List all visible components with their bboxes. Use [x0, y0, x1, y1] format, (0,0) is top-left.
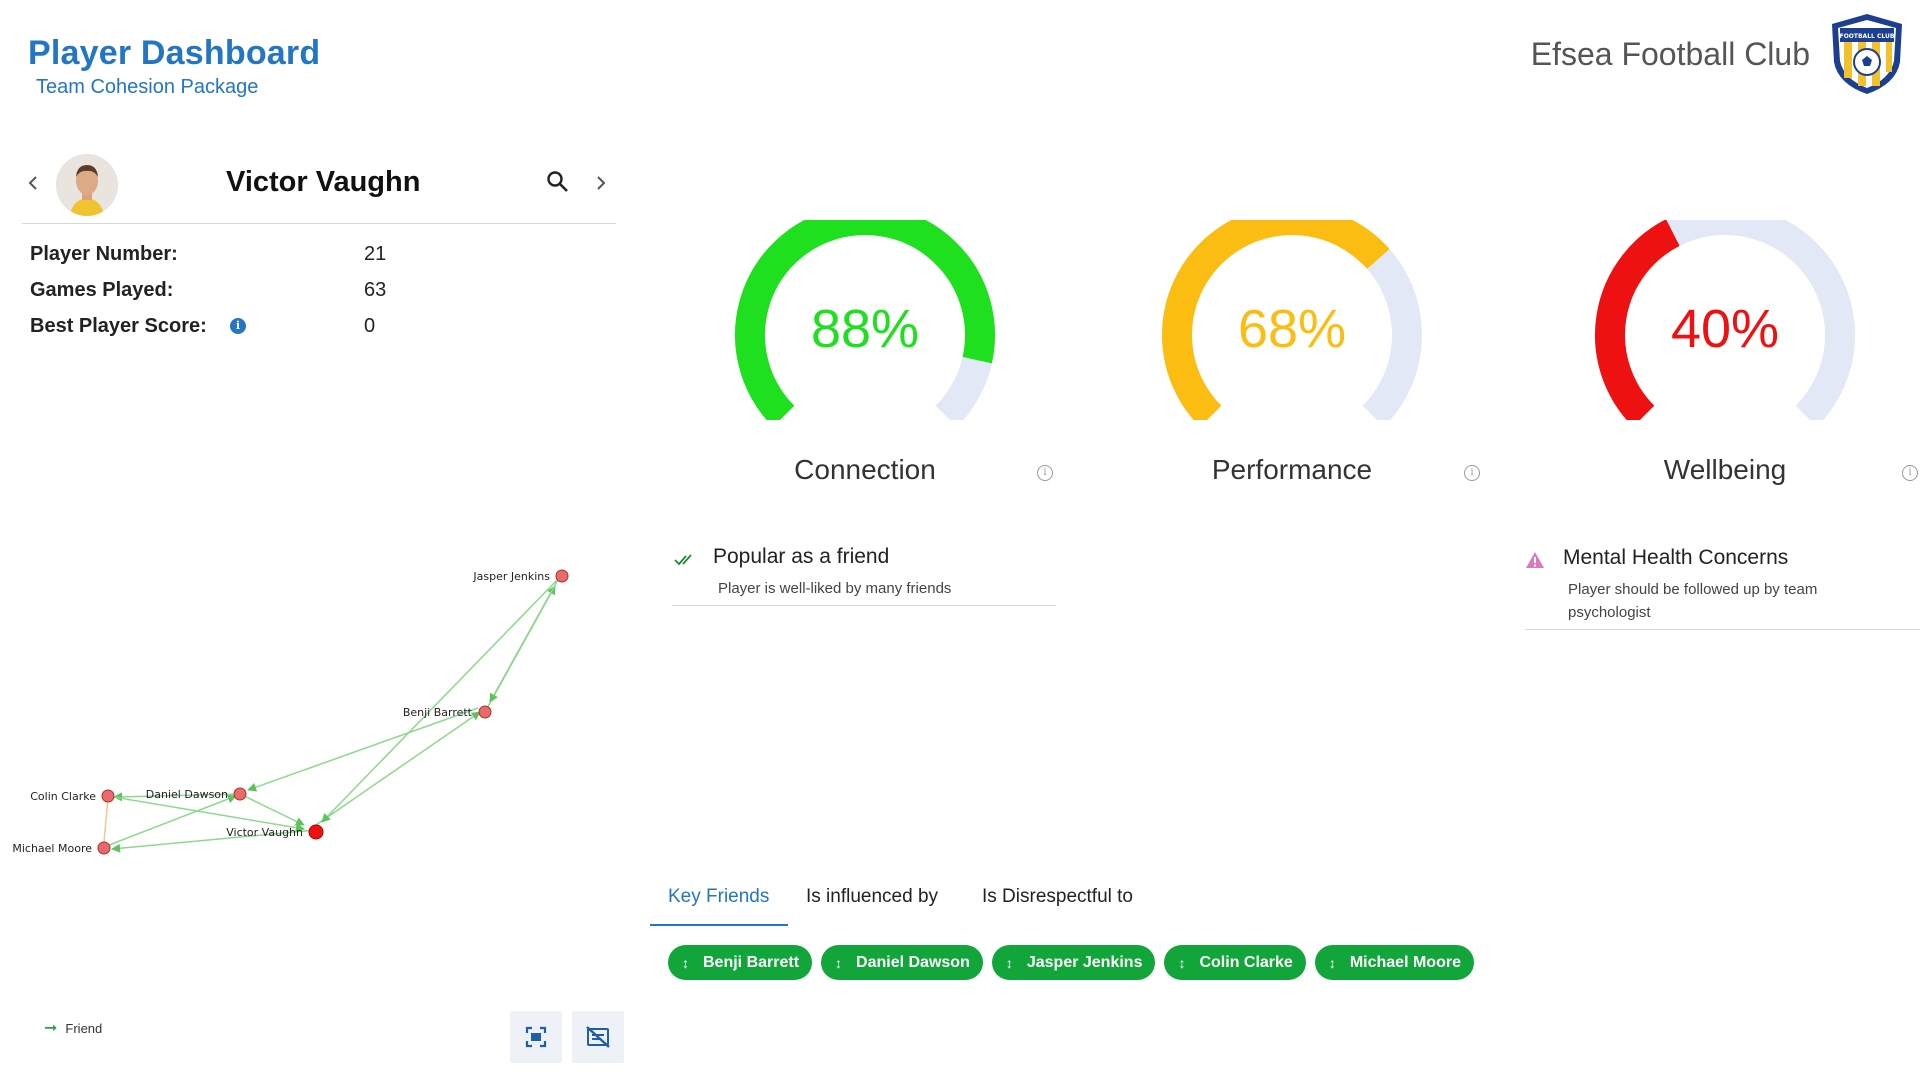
club-crest-icon: FOOTBALL CLUB: [1832, 14, 1902, 94]
previous-player-button[interactable]: [26, 172, 40, 198]
double-check-icon: [674, 554, 692, 566]
insight-description: Player should be followed up by team psy…: [1568, 581, 1818, 621]
info-icon[interactable]: i: [1902, 465, 1918, 481]
fit-screen-button[interactable]: [510, 1011, 562, 1063]
page-title: Player Dashboard: [28, 34, 321, 72]
best-player-score-value: 0: [364, 315, 376, 337]
friend-chip-label: Michael Moore: [1349, 953, 1461, 971]
warning-icon: [1526, 552, 1544, 568]
vertical-arrows-icon: ↕: [1328, 954, 1336, 971]
graph-node-label: Michael Moore: [12, 842, 92, 855]
crest-text: FOOTBALL CLUB: [1840, 33, 1895, 40]
search-button[interactable]: [546, 170, 572, 196]
friend-chip[interactable]: ↕ Jasper Jenkins: [991, 945, 1156, 980]
hide-labels-button[interactable]: [572, 1011, 624, 1063]
chevron-left-icon: [28, 176, 37, 190]
friend-network-graph[interactable]: Jasper Jenkins Benji Barrett Colin Clark…: [0, 540, 620, 870]
friend-chip[interactable]: ↕ Benji Barrett: [668, 945, 813, 980]
friend-chip[interactable]: ↕ Michael Moore: [1314, 945, 1474, 980]
panel-divider: [22, 223, 616, 224]
vertical-arrows-icon: ↕: [682, 954, 689, 971]
page-subtitle: Team Cohesion Package: [36, 76, 259, 98]
graph-node-label: Victor Vaughn: [226, 826, 303, 839]
gauge-value: 88%: [810, 299, 920, 359]
hide-labels-icon: [586, 1026, 610, 1048]
tab-is-influenced-by[interactable]: Is influenced by: [806, 886, 938, 908]
tab-key-friends[interactable]: Key Friends: [668, 886, 769, 908]
connection-gauge: 88%: [730, 220, 1000, 420]
performance-label: Performance: [1211, 454, 1373, 485]
vertical-arrows-icon: ↕: [1178, 954, 1186, 971]
friend-chip-label: Benji Barrett: [703, 953, 800, 971]
friend-chip-label: Jasper Jenkins: [1026, 953, 1143, 971]
avatar: [56, 154, 118, 216]
legend-label: Friend: [65, 1020, 103, 1036]
graph-node-label: Daniel Dawson: [146, 788, 228, 801]
games-played-label: Games Played:: [30, 279, 174, 301]
friend-chip[interactable]: ↕ Colin Clarke: [1164, 945, 1306, 980]
info-icon[interactable]: i: [1464, 465, 1480, 481]
fit-screen-icon: [525, 1026, 547, 1048]
graph-node-label: Benji Barrett: [403, 706, 473, 719]
graph-legend: ➞ Friend: [44, 1018, 102, 1038]
graph-node-label: Jasper Jenkins: [472, 570, 550, 583]
wellbeing-gauge: 40%: [1590, 220, 1860, 420]
insight-divider: [1525, 629, 1920, 630]
player-name: Victor Vaughn: [226, 166, 421, 198]
games-played-value: 63: [364, 279, 387, 301]
player-number-label: Player Number:: [30, 243, 178, 265]
insight-divider: [672, 605, 1056, 606]
performance-gauge: 68%: [1157, 220, 1427, 420]
vertical-arrows-icon: ↕: [835, 954, 843, 971]
friend-chip-label: Colin Clarke: [1199, 953, 1293, 971]
tab-is-disrespectful-to[interactable]: Is Disrespectful to: [982, 886, 1133, 908]
insight-title: Mental Health Concerns: [1563, 546, 1789, 569]
key-friends-list: ↕ Benji Barrett ↕ Daniel Dawson ↕ Jasper Je…: [668, 945, 1474, 980]
info-icon[interactable]: i: [1037, 465, 1053, 481]
best-player-score-label: Best Player Score:: [30, 315, 207, 337]
player-number-value: 21: [364, 243, 387, 265]
insight-mental-health: Mental Health Concerns Player should be …: [1525, 546, 1905, 624]
connection-label: Connection: [794, 454, 936, 485]
club-name: Efsea Football Club: [1530, 36, 1810, 72]
gauge-value: 40%: [1670, 299, 1780, 359]
gauge-value: 68%: [1237, 299, 1347, 359]
insight-title: Popular as a friend: [713, 545, 890, 568]
info-icon[interactable]: i: [230, 318, 246, 334]
insight-popular: Popular as a friend Player is well-liked…: [672, 545, 951, 600]
arrow-right-icon: ➞: [44, 1020, 58, 1037]
active-tab-indicator: [650, 924, 788, 926]
chevron-right-icon: [597, 176, 606, 190]
graph-node-label: Colin Clarke: [30, 790, 96, 803]
vertical-arrows-icon: ↕: [1005, 954, 1013, 971]
insight-description: Player is well-liked by many friends: [718, 580, 952, 597]
wellbeing-label: Wellbeing: [1663, 454, 1787, 485]
search-icon: [547, 171, 568, 192]
friend-chip-label: Daniel Dawson: [856, 953, 970, 971]
next-player-button[interactable]: [594, 172, 608, 198]
friend-chip[interactable]: ↕ Daniel Dawson: [821, 945, 983, 980]
